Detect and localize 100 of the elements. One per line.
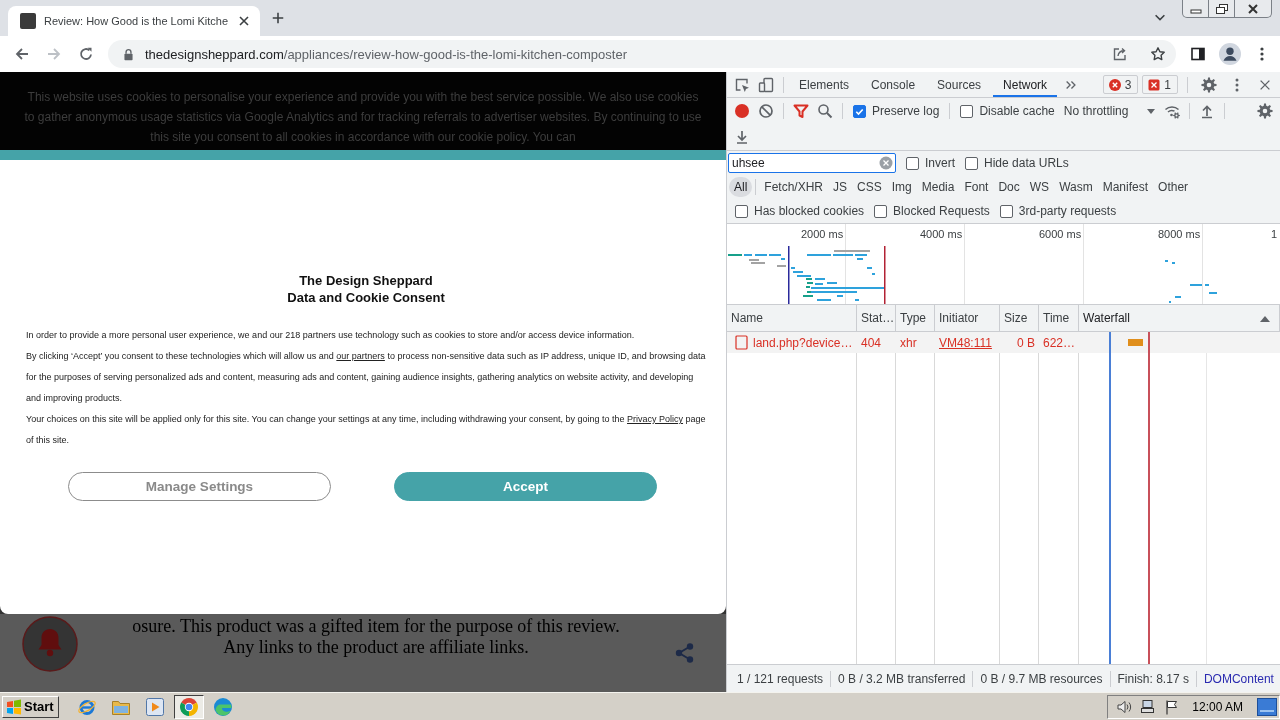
checkbox[interactable] [960,104,974,118]
request-name[interactable]: land.php?device… [753,335,853,350]
sort-arrow-icon [1259,314,1271,323]
record-icon [734,103,750,119]
time-tick-label: 6000 ms [1039,228,1082,241]
restore-icon [1215,3,1228,14]
time-cell-text: 622… [1042,334,1077,352]
address-bar[interactable]: thedesignsheppard.com/appliances/review-how-good-is-the-lomi-kitchen-composter [108,40,1176,68]
side-panel-icon [1190,46,1206,62]
checkbox-label[interactable]: 3rd-party requests [1018,204,1117,218]
size-cell-text: 0 B [1016,334,1036,352]
checkbox[interactable] [906,156,919,170]
type-filter[interactable]: Other [1153,177,1194,197]
devtools-tab[interactable]: Network [993,72,1058,97]
consent-paragraph: Your choices on this site will be applied only for this site. You can change your settings at any time, including withdrawing your consent, by going to the Privacy Policy page of this site. [26,413,706,447]
settings-icon [1201,76,1217,93]
issue-icon [1148,78,1161,91]
status-text: 0 B / 9.7 MB resources [979,671,1104,686]
checkbox[interactable] [999,204,1013,218]
request-row[interactable]: land.php?device… 404 xhr VM48:111 0 B 622… [727,332,1280,353]
clear-input-icon[interactable] [879,156,893,170]
error-count-button[interactable]: 3 [1102,75,1139,94]
devtools-tab[interactable]: Console [861,72,926,97]
column-header[interactable]: Type [896,305,935,331]
type-filter[interactable]: All [729,177,753,197]
show-desktop-icon[interactable] [1257,697,1277,716]
chrome-icon [178,696,199,717]
checkbox-label[interactable]: Invert [925,156,955,170]
status-text: 0 B / 3.2 MB transferred [837,671,967,686]
type-filter[interactable]: Media [916,177,960,197]
error-icon [1108,78,1121,91]
filter-field[interactable]: uhsee [728,153,896,173]
type-cell-text: xhr [899,334,918,352]
column-header[interactable]: Initiator [935,305,1000,331]
time-tick-label: 8000 ms [1158,228,1201,241]
browser-tab[interactable]: Review: How Good is the Lomi Kitche [8,6,261,36]
type-filter[interactable]: Fetch/XHR [759,177,829,197]
search-icon [817,103,833,119]
forward-arrow-icon [46,46,62,62]
checkbox[interactable] [965,156,978,170]
close-icon [1247,3,1259,14]
column-header[interactable]: Size [1000,305,1039,331]
devtools-tab[interactable]: Elements [789,72,860,97]
initiator-link[interactable]: VM48:111 [939,335,992,350]
checkbox-label[interactable]: Blocked Requests [893,204,990,218]
column-header[interactable]: Waterfall [1079,305,1280,331]
windows-logo-icon [6,698,22,715]
consent-paragraph: By clicking ‘Accept’ you consent to these technologies which will allow us and our partners to process non-sensitive data such as IP address, unique ID, and browsing data for the purposes of serving personalized ads and content, measuring ads and content, gaining audience insights, gathering analytics on website activity, and developing and improving products. [26,350,706,405]
dialog-title: The Design Sheppard Data and Cookie Consent [287,272,445,306]
status-text: 1 / 121 requests [736,671,825,686]
checkbox-label[interactable]: Hide data URLs [984,156,1069,170]
throttling-dropdown[interactable]: No throttling [1059,100,1160,122]
column-header[interactable]: Name [727,305,857,331]
plus-icon [271,11,286,25]
article-text: osure. This product was a gifted item for the purpose of this review. [131,616,621,637]
settings-icon [1257,103,1273,119]
filter-icon [793,103,809,119]
status-text: Finish: 8.17 s [1116,671,1190,686]
start-button[interactable]: Start [2,695,59,718]
reload-icon [78,46,94,62]
checkbox[interactable] [853,104,866,118]
profile-button[interactable] [1216,40,1244,68]
taskbar-button[interactable] [173,694,204,719]
favicon-icon [20,13,36,29]
type-filter[interactable]: Img [886,177,917,197]
dom-content-loaded-marker [788,246,790,304]
share-icon [1112,46,1128,62]
back-arrow-icon [14,46,30,62]
type-filter[interactable]: WS [1024,177,1055,197]
network-overview[interactable]: 2000 ms 4000 ms 6000 ms 8000 ms 1 [727,223,1280,304]
load-event-marker [884,246,886,304]
type-filter[interactable]: JS [828,177,853,197]
checkbox-label[interactable]: Preserve log [872,104,940,118]
speaker-icon[interactable] [1116,698,1133,715]
waterfall-bar [1128,339,1143,346]
checkbox-label[interactable]: Disable cache [979,104,1055,118]
type-filter[interactable]: CSS [852,177,887,197]
lock-icon [122,47,135,61]
time-tick-label: 2000 ms [801,228,844,241]
text-link[interactable]: Privacy Policy [627,414,684,424]
clear-icon [758,103,774,119]
device-icon [758,76,774,93]
type-filter[interactable]: Wasm [1054,177,1098,197]
type-filter[interactable]: Font [959,177,994,197]
column-header[interactable]: Stat… [857,305,896,331]
checkbox[interactable] [735,204,748,218]
issue-count-button[interactable]: 1 [1142,75,1178,94]
time-tick-label: 4000 ms [920,228,963,241]
download-icon [734,129,750,145]
caret-down-icon [1145,107,1156,115]
devtools-tab[interactable]: Sources [927,72,992,97]
column-header[interactable]: Time [1039,305,1079,331]
type-filter[interactable]: Doc [993,177,1025,197]
text-link[interactable]: our partners [336,351,385,361]
checkbox-label[interactable]: Has blocked cookies [754,204,865,218]
type-filter[interactable]: Manifest [1097,177,1154,197]
checkbox[interactable] [874,204,888,218]
network-icon[interactable] [1140,698,1157,715]
status-text: DOMContent [1202,671,1275,686]
clock-text: 12:00 AM [1192,699,1243,714]
